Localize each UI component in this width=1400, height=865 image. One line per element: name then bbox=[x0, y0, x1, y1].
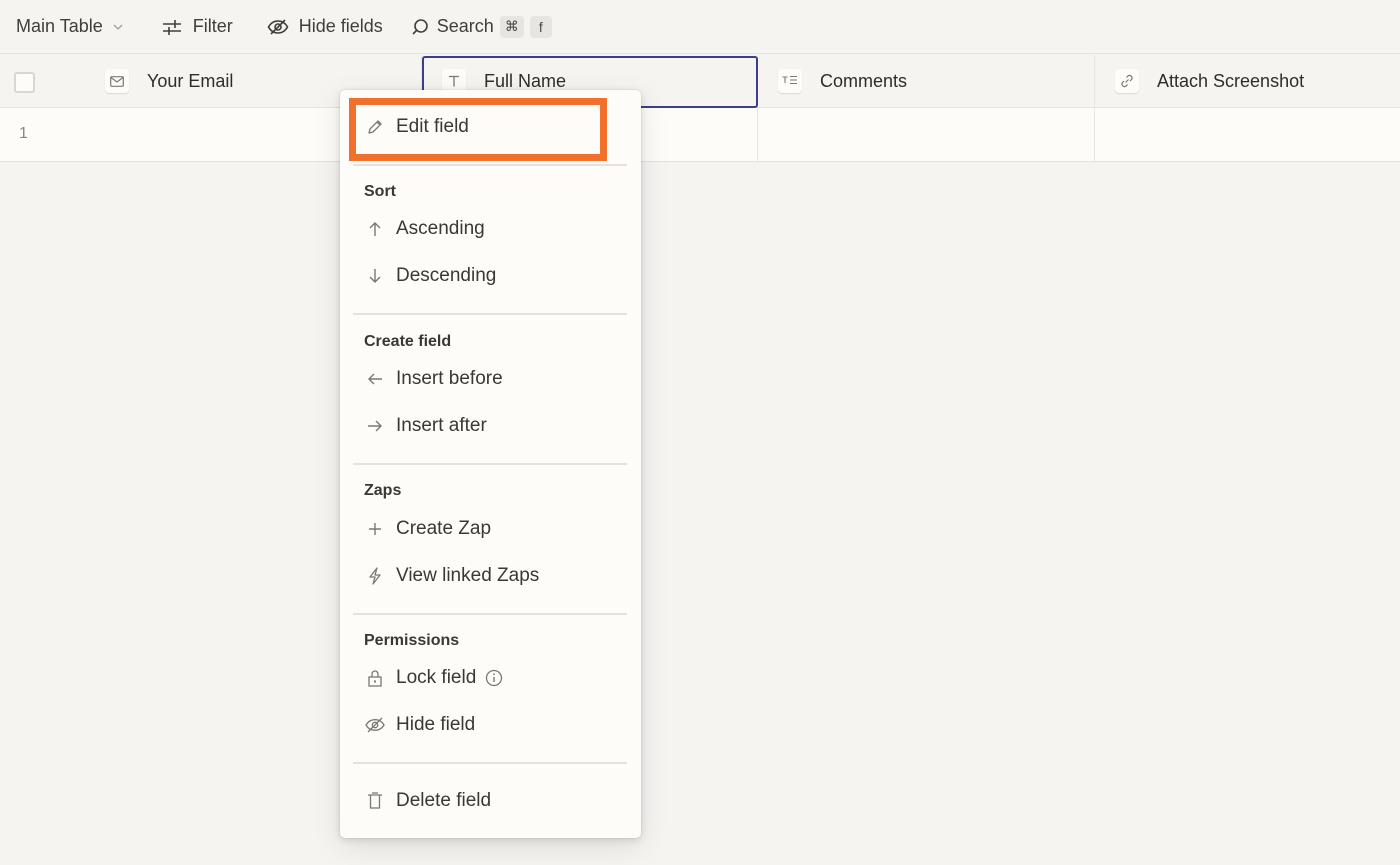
menu-item-delete-field[interactable]: Delete field bbox=[365, 786, 491, 816]
view-selector[interactable]: Main Table bbox=[16, 16, 125, 37]
menu-item-edit-field[interactable]: Edit field bbox=[365, 112, 469, 142]
table-row[interactable]: 1 bbox=[0, 108, 1400, 162]
menu-item-create-zap[interactable]: Create Zap bbox=[365, 514, 491, 544]
menu-divider bbox=[353, 164, 627, 166]
header-row: Your Email Full Name Comments Attach Scr… bbox=[0, 55, 1400, 108]
menu-item-label: Descending bbox=[396, 265, 497, 286]
menu-section-permissions: Permissions bbox=[364, 632, 460, 649]
filter-label: Filter bbox=[192, 16, 233, 36]
menu-divider bbox=[353, 313, 627, 315]
column-name: Full Name bbox=[484, 70, 567, 91]
trash-icon bbox=[365, 791, 385, 811]
menu-item-label: Create Zap bbox=[396, 518, 492, 539]
long-text-icon bbox=[778, 69, 802, 93]
hide-fields-label: Hide fields bbox=[298, 16, 383, 36]
column-context-menu: Edit field Sort Ascending Descending Cre… bbox=[340, 90, 641, 838]
toolbar: Main Table Filter Hide fields Search ⌘ f bbox=[0, 0, 1400, 54]
row-number: 1 bbox=[19, 125, 28, 142]
search-icon bbox=[411, 18, 437, 36]
menu-section-sort: Sort bbox=[364, 183, 396, 200]
menu-item-lock-field[interactable]: Lock field bbox=[365, 663, 503, 693]
menu-item-label: Insert after bbox=[396, 415, 487, 436]
column-name: Your Email bbox=[147, 70, 234, 91]
pencil-icon bbox=[365, 117, 385, 137]
menu-item-label: Edit field bbox=[396, 116, 469, 137]
menu-item-insert-after[interactable]: Insert after bbox=[365, 411, 487, 441]
menu-section-zaps: Zaps bbox=[364, 482, 402, 499]
arrow-up-icon bbox=[365, 219, 385, 239]
plus-icon bbox=[365, 519, 385, 539]
arrow-down-icon bbox=[365, 266, 385, 286]
search-button[interactable]: Search ⌘ f bbox=[411, 15, 552, 38]
info-icon[interactable] bbox=[485, 669, 503, 687]
filter-icon bbox=[161, 18, 193, 36]
chevron-down-icon bbox=[111, 20, 125, 34]
column-header-attach-screenshot[interactable]: Attach Screenshot bbox=[1095, 55, 1400, 107]
column-name: Comments bbox=[820, 70, 908, 91]
eye-off-icon bbox=[267, 18, 299, 36]
menu-item-descending[interactable]: Descending bbox=[365, 261, 496, 291]
filter-button[interactable]: Filter bbox=[161, 16, 233, 37]
table-cell-attach-screenshot[interactable] bbox=[1095, 108, 1400, 161]
menu-section-create-field: Create field bbox=[364, 333, 452, 350]
hide-fields-button[interactable]: Hide fields bbox=[267, 16, 383, 37]
menu-item-label: View linked Zaps bbox=[396, 565, 540, 586]
menu-item-label: Hide field bbox=[396, 714, 476, 735]
lightning-icon bbox=[365, 566, 385, 586]
menu-divider bbox=[353, 613, 627, 615]
menu-item-label: Ascending bbox=[396, 218, 485, 239]
menu-divider bbox=[353, 463, 627, 465]
search-label: Search bbox=[436, 16, 494, 36]
menu-item-ascending[interactable]: Ascending bbox=[365, 214, 485, 244]
shortcut-key-cmd: ⌘ bbox=[499, 15, 524, 38]
attachment-icon bbox=[1115, 69, 1139, 93]
menu-item-label: Lock field bbox=[396, 667, 477, 688]
column-name: Attach Screenshot bbox=[1157, 70, 1305, 91]
menu-item-label: Insert before bbox=[396, 368, 503, 389]
email-icon bbox=[105, 69, 129, 93]
menu-item-view-linked-zaps[interactable]: View linked Zaps bbox=[365, 561, 539, 591]
menu-item-insert-before[interactable]: Insert before bbox=[365, 364, 503, 394]
table-cell-comments[interactable] bbox=[758, 108, 1095, 161]
lock-icon bbox=[365, 668, 385, 688]
menu-item-hide-field[interactable]: Hide field bbox=[365, 710, 475, 740]
menu-divider bbox=[353, 762, 627, 764]
select-all-checkbox[interactable] bbox=[14, 72, 35, 93]
shortcut-key-f: f bbox=[529, 15, 552, 38]
column-header-comments[interactable]: Comments bbox=[758, 55, 1095, 107]
arrow-left-icon bbox=[365, 369, 385, 389]
arrow-right-icon bbox=[365, 416, 385, 436]
menu-item-label: Delete field bbox=[396, 790, 492, 811]
eye-off-icon bbox=[365, 715, 385, 735]
data-table: Your Email Full Name Comments Attach Scr… bbox=[0, 55, 1400, 162]
view-name: Main Table bbox=[16, 16, 103, 36]
